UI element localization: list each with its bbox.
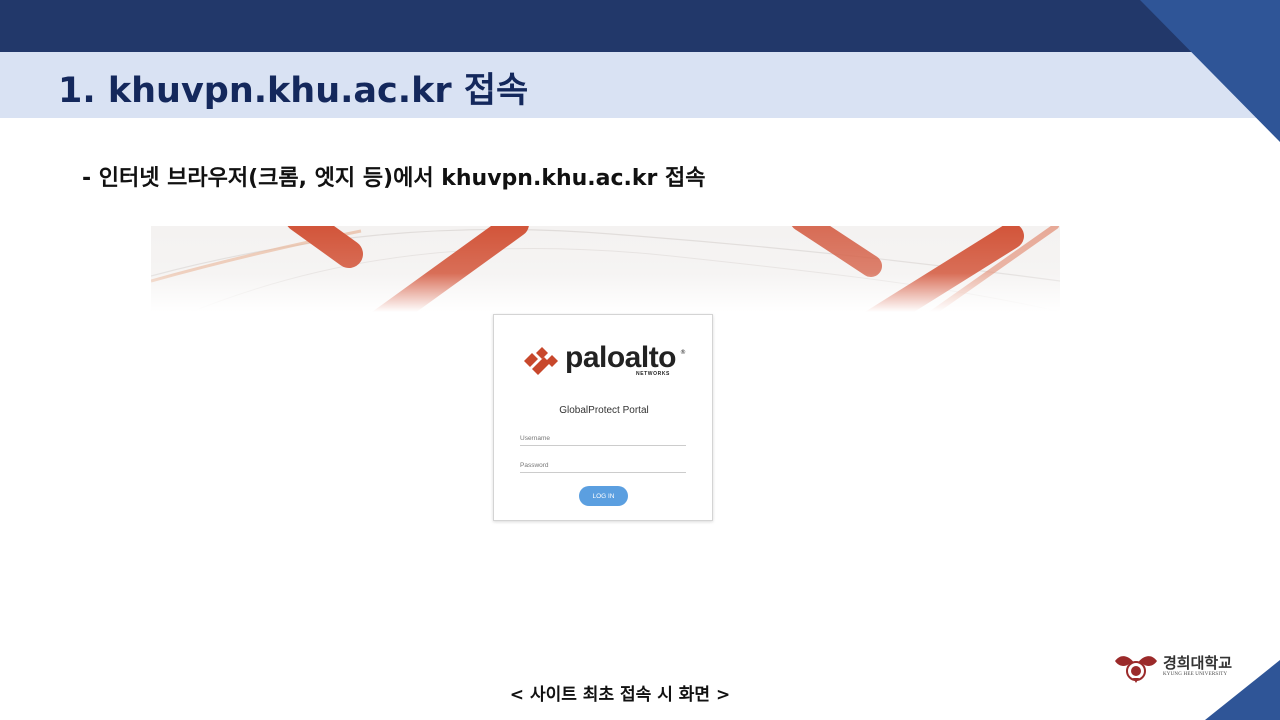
paloalto-logo-icon xyxy=(524,347,558,375)
figure-caption: < 사이트 최초 접속 시 화면 > xyxy=(509,685,731,705)
university-name: 경희대학교 xyxy=(1163,654,1233,672)
username-field[interactable] xyxy=(520,432,686,446)
password-field[interactable] xyxy=(520,459,686,473)
brand-registered-mark: ® xyxy=(680,349,686,356)
slide-subtitle: - 인터넷 브라우저(크롬, 엣지 등)에서 khuvpn.khu.ac.kr … xyxy=(82,166,706,191)
login-button[interactable]: LOG IN xyxy=(579,486,628,506)
university-name-english: KYUNG HEE UNIVERSITY xyxy=(1163,672,1228,677)
university-emblem-icon xyxy=(1115,656,1157,683)
portal-hero-banner xyxy=(151,226,1060,312)
login-card: paloalto ® NETWORKS GlobalProtect Portal… xyxy=(493,314,713,521)
header-band xyxy=(0,0,1280,52)
brand-logo-subtext: NETWORKS xyxy=(636,371,670,377)
portal-title: GlobalProtect Portal xyxy=(559,405,649,416)
corner-decoration-top xyxy=(1140,0,1280,142)
slide-title: 1. khuvpn.khu.ac.kr 접속 xyxy=(58,71,529,111)
brand-logo-text: paloalto xyxy=(565,341,677,374)
